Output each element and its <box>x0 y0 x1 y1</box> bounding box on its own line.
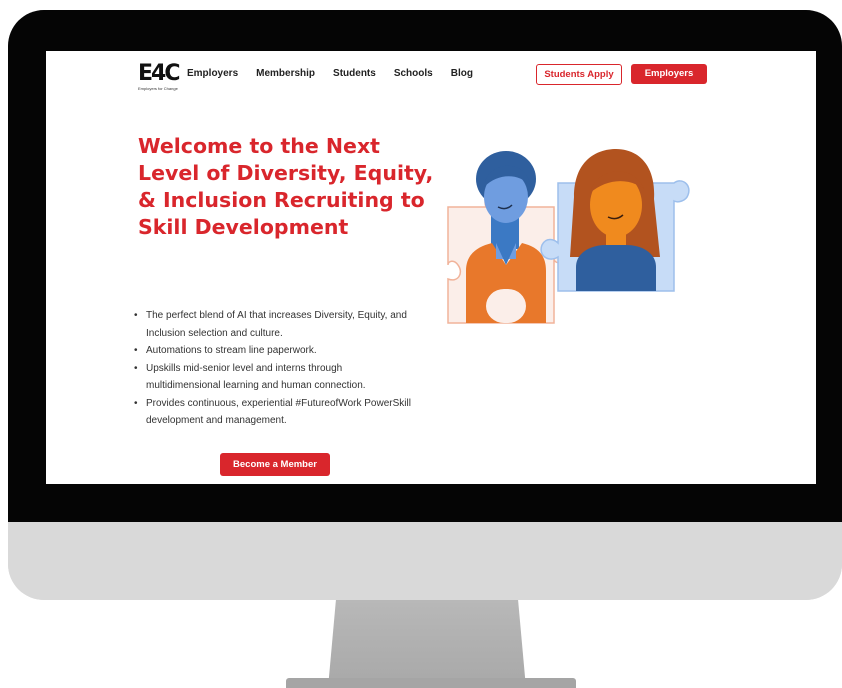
feature-list: The perfect blend of AI that increases D… <box>134 307 416 430</box>
hero-title: Welcome to the Next Level of Diversity, … <box>138 133 458 241</box>
nav-link-students[interactable]: Students <box>333 68 376 79</box>
students-apply-button[interactable]: Students Apply <box>536 64 622 85</box>
nav-link-membership[interactable]: Membership <box>256 68 315 79</box>
hero-title-line: Welcome to the Next <box>138 134 380 158</box>
employers-button[interactable]: Employers <box>631 64 707 84</box>
hero-title-line: & Inclusion Recruiting to <box>138 188 425 212</box>
monitor-chin <box>8 522 842 600</box>
nav-link-blog[interactable]: Blog <box>451 68 473 79</box>
logo-tagline: Employers for Change <box>138 86 178 91</box>
feature-item: Automations to stream line paperwork. <box>134 342 416 360</box>
feature-item: Provides continuous, experiential #Futur… <box>134 395 416 430</box>
logo-mark: E4C <box>138 61 180 86</box>
person-orange-icon <box>570 149 660 291</box>
main-nav: Employers Membership Students Schools Bl… <box>187 68 491 79</box>
feature-item: Upskills mid-senior level and interns th… <box>134 360 416 395</box>
hero-title-line: Skill Development <box>138 215 349 239</box>
website-screen: E4C Employers for Change Employers Membe… <box>46 51 816 484</box>
feature-item: The perfect blend of AI that increases D… <box>134 307 416 342</box>
hero-title-line: Level of Diversity, Equity, <box>138 161 434 185</box>
e4c-logo[interactable]: E4C Employers for Change <box>138 61 182 92</box>
puzzle-people-illustration <box>447 149 690 324</box>
nav-link-schools[interactable]: Schools <box>394 68 433 79</box>
nav-link-employers[interactable]: Employers <box>187 68 238 79</box>
monitor-stand <box>328 600 526 688</box>
become-member-button[interactable]: Become a Member <box>220 453 330 476</box>
monitor-stand-base <box>286 678 576 688</box>
